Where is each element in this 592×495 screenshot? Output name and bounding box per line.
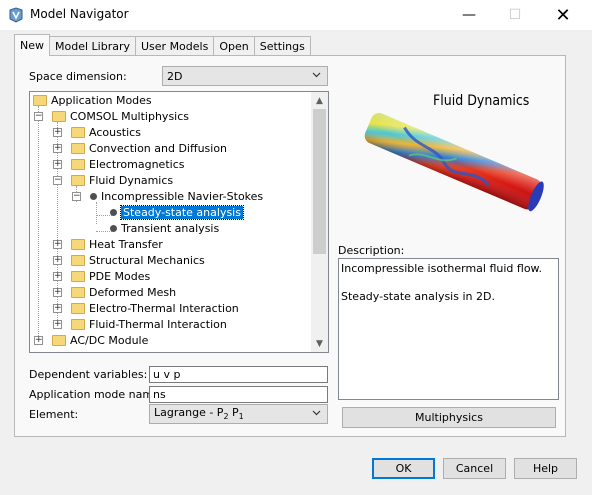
dependent-variables-input[interactable]: u v p (149, 366, 328, 383)
description-box: Incompressible isothermal fluid flow. St… (338, 258, 559, 400)
tree-item-acdc-module[interactable]: AC/DC Module (52, 332, 148, 348)
mode-bullet-icon (90, 192, 97, 200)
folder-icon (71, 158, 85, 170)
tree-scrollbar[interactable]: ▲ ▼ (311, 92, 328, 352)
close-button[interactable]: ✕ (540, 0, 586, 30)
tree-item-incompressible-navier-stokes[interactable]: Incompressible Navier-Stokes (90, 188, 263, 204)
element-label: Element: (29, 408, 79, 421)
scroll-down-icon[interactable]: ▼ (311, 335, 328, 352)
maximize-button[interactable]: ☐ (492, 0, 538, 30)
tab-new[interactable]: New (14, 34, 50, 56)
tree-item-structural-mechanics[interactable]: Structural Mechanics (71, 252, 205, 268)
element-select[interactable]: Lagrange - P2 P1 (149, 404, 328, 424)
expand-icon[interactable]: + (53, 256, 62, 265)
tree-item-deformed-mesh[interactable]: Deformed Mesh (71, 284, 176, 300)
preview-title: Fluid Dynamics (433, 93, 530, 109)
tree-item-steady-state-analysis[interactable]: Steady-state analysis (110, 204, 244, 220)
minimize-icon: — (462, 7, 476, 23)
chevron-down-icon (312, 410, 321, 416)
maximize-icon: ☐ (508, 7, 522, 23)
dependent-variables-value: u v p (153, 368, 181, 381)
comsol-app-icon (9, 7, 23, 23)
tab-open[interactable]: Open (214, 36, 255, 56)
folder-icon (71, 286, 85, 298)
expand-icon[interactable]: + (53, 240, 62, 249)
folder-icon (71, 142, 85, 154)
title-bar: Model Navigator — ☐ ✕ (0, 0, 592, 30)
tree-item-fluid-thermal-interaction[interactable]: Fluid-Thermal Interaction (71, 316, 227, 332)
ok-button[interactable]: OK (372, 458, 435, 479)
space-dimension-label: Space dimension: (29, 70, 127, 83)
tree-item-electromagnetics[interactable]: Electromagnetics (71, 156, 184, 172)
folder-icon (33, 94, 47, 106)
space-dimension-value: 2D (167, 69, 183, 83)
expand-icon[interactable]: + (34, 336, 43, 345)
expand-icon[interactable]: + (53, 304, 62, 313)
help-button[interactable]: Help (514, 458, 577, 479)
description-label: Description: (338, 244, 405, 257)
collapse-icon[interactable]: − (34, 112, 43, 121)
element-value: Lagrange - P2 P1 (154, 406, 244, 422)
close-icon: ✕ (555, 4, 571, 26)
tab-user-models[interactable]: User Models (136, 36, 215, 56)
tree-item-heat-transfer[interactable]: Heat Transfer (71, 236, 163, 252)
chevron-down-icon (312, 72, 321, 78)
application-mode-tree[interactable]: Application Modes − COMSOL Multiphysics … (29, 91, 329, 353)
application-mode-name-input[interactable]: ns (149, 386, 328, 403)
cancel-button[interactable]: Cancel (443, 458, 506, 479)
scroll-thumb[interactable] (313, 109, 326, 254)
tree-item-pde-modes[interactable]: PDE Modes (71, 268, 150, 284)
collapse-icon[interactable]: − (53, 176, 62, 185)
expand-icon[interactable]: + (53, 320, 62, 329)
folder-icon (71, 126, 85, 138)
expand-icon[interactable]: + (53, 272, 62, 281)
folder-icon (71, 318, 85, 330)
tab-model-library[interactable]: Model Library (50, 36, 136, 56)
tree-item-acoustics[interactable]: Acoustics (71, 124, 141, 140)
folder-icon (71, 270, 85, 282)
collapse-icon[interactable]: − (72, 192, 81, 201)
scroll-up-icon[interactable]: ▲ (311, 92, 328, 109)
application-mode-name-label: Application mode name: (29, 388, 164, 401)
mode-bullet-icon (110, 224, 117, 232)
expand-icon[interactable]: + (53, 144, 62, 153)
application-mode-name-value: ns (153, 388, 166, 401)
tree-item-fluid-dynamics[interactable]: Fluid Dynamics (71, 172, 173, 188)
tree-item-convection-and-diffusion[interactable]: Convection and Diffusion (71, 140, 227, 156)
description-line-2: Steady-state analysis in 2D. (341, 290, 495, 303)
dependent-variables-label: Dependent variables: (29, 368, 148, 381)
minimize-button[interactable]: — (446, 0, 492, 30)
tab-strip: New Model Library User Models Open Setti… (14, 34, 311, 56)
folder-icon (52, 110, 66, 122)
space-dimension-select[interactable]: 2D (162, 66, 328, 86)
tree-item-application-modes[interactable]: Application Modes (33, 92, 152, 108)
tree-item-transient-analysis[interactable]: Transient analysis (110, 220, 219, 236)
tab-settings[interactable]: Settings (254, 36, 311, 56)
folder-icon (71, 254, 85, 266)
folder-icon (71, 238, 85, 250)
tree-item-comsol-multiphysics[interactable]: COMSOL Multiphysics (52, 108, 189, 124)
description-line-1: Incompressible isothermal fluid flow. (341, 262, 543, 275)
window-title: Model Navigator (30, 7, 129, 21)
multiphysics-button[interactable]: Multiphysics (342, 407, 556, 428)
folder-icon (71, 174, 85, 186)
expand-icon[interactable]: + (53, 288, 62, 297)
expand-icon[interactable]: + (53, 160, 62, 169)
folder-icon (52, 334, 66, 346)
expand-icon[interactable]: + (53, 128, 62, 137)
fluid-dynamics-preview-image (364, 113, 544, 212)
folder-icon (71, 302, 85, 314)
mode-bullet-icon (110, 208, 117, 216)
tree-item-electro-thermal-interaction[interactable]: Electro-Thermal Interaction (71, 300, 239, 316)
